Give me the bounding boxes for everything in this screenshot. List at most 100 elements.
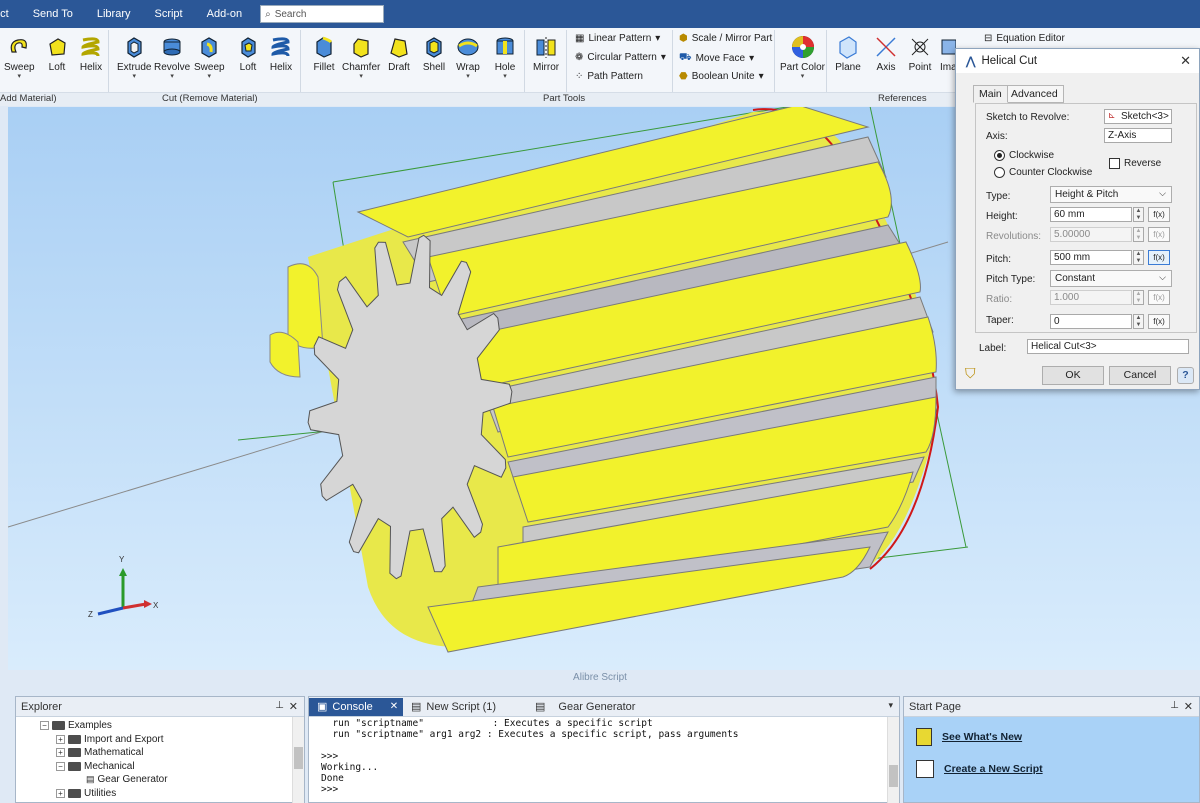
axis-field[interactable]: Z-Axis bbox=[1104, 128, 1172, 143]
path-pattern-label: Path Pattern bbox=[587, 71, 643, 82]
console-icon: ▣ bbox=[317, 701, 328, 713]
scale-icon: ⬢ bbox=[679, 33, 688, 44]
add-sweep-button[interactable]: Sweep ▾ bbox=[4, 32, 35, 80]
counter-clockwise-radio[interactable] bbox=[994, 167, 1005, 178]
cut-sweep-button[interactable]: Sweep ▾ bbox=[194, 32, 225, 80]
height-input[interactable]: 60 mm bbox=[1050, 207, 1132, 222]
taper-spinner[interactable]: ▲ ▼ bbox=[1133, 314, 1144, 329]
pitch-type-dropdown[interactable]: Constant bbox=[1050, 270, 1172, 287]
menu-item-add-on[interactable]: Add-on bbox=[195, 8, 254, 20]
revolutions-input[interactable]: 5.00000 bbox=[1050, 227, 1132, 242]
revolutions-fx-button[interactable]: f(x) bbox=[1148, 227, 1170, 242]
equation-editor-button[interactable]: ⊟ Equation Editor bbox=[984, 33, 1065, 44]
search-input[interactable]: ⌕ Search bbox=[260, 5, 385, 23]
part-color-button[interactable]: Part Color ▾ bbox=[780, 32, 825, 80]
draft-button[interactable]: Draft bbox=[386, 32, 412, 73]
see-whats-new-link[interactable]: See What's New bbox=[904, 721, 1199, 753]
height-spinner[interactable]: ▲ ▼ bbox=[1133, 207, 1144, 222]
pitch-input[interactable]: 500 mm bbox=[1050, 250, 1132, 265]
tab-console-label: Console bbox=[332, 700, 373, 713]
tree-item[interactable]: − Examples bbox=[16, 719, 304, 733]
move-face-button[interactable]: ⛟ Move Face ▾ bbox=[679, 52, 754, 65]
menu-item-library[interactable]: Library bbox=[85, 8, 143, 20]
axis-field-label: Axis: bbox=[986, 131, 1008, 142]
add-helix-button[interactable]: Helix bbox=[78, 32, 104, 73]
wrap-button[interactable]: Wrap ▾ bbox=[455, 32, 481, 80]
taper-input[interactable]: 0 bbox=[1050, 314, 1132, 329]
pin-icon[interactable]: ⊥ bbox=[1170, 700, 1179, 711]
shell-button[interactable]: Shell bbox=[421, 32, 447, 73]
expand-icon[interactable]: + bbox=[56, 734, 65, 744]
ok-button[interactable]: OK bbox=[1042, 366, 1104, 385]
cut-helix-button[interactable]: Helix bbox=[268, 32, 294, 73]
cut-extrude-button[interactable]: Extrude ▾ bbox=[117, 32, 151, 80]
menu-item-send-to[interactable]: Send To bbox=[21, 8, 85, 20]
equation-icon: ⊟ bbox=[984, 33, 993, 44]
ratio-fx-button[interactable]: f(x) bbox=[1148, 290, 1170, 305]
hole-button[interactable]: Hole ▾ bbox=[492, 32, 518, 80]
tree-item[interactable]: ▤ Gear Generator bbox=[16, 773, 304, 787]
type-dropdown[interactable]: Height & Pitch bbox=[1050, 186, 1172, 203]
cut-revolve-button[interactable]: Revolve ▾ bbox=[154, 32, 190, 80]
pin-dialog-icon[interactable]: ⛉ bbox=[965, 365, 976, 382]
cut-loft-button[interactable]: Loft bbox=[235, 32, 261, 73]
console-scrollbar[interactable] bbox=[887, 717, 899, 803]
tab-main[interactable]: Main bbox=[973, 85, 1008, 103]
fillet-icon bbox=[311, 32, 337, 62]
height-fx-button[interactable]: f(x) bbox=[1148, 207, 1170, 222]
tree-item[interactable]: + Import and Export bbox=[16, 733, 304, 747]
move-face-label: Move Face bbox=[695, 53, 746, 64]
tab-console[interactable]: ▣ Console ✕ bbox=[309, 697, 403, 716]
chamfer-button[interactable]: Chamfer ▾ bbox=[342, 32, 380, 80]
ratio-spinner[interactable]: ▲ ▼ bbox=[1133, 290, 1144, 305]
axis-button[interactable]: Axis bbox=[873, 32, 899, 73]
close-icon[interactable]: ✕ bbox=[1180, 53, 1191, 69]
cancel-button[interactable]: Cancel bbox=[1109, 366, 1171, 385]
menu-item-select[interactable]: ect bbox=[0, 8, 21, 20]
pitch-spinner[interactable]: ▲ ▼ bbox=[1133, 250, 1144, 265]
boolean-unite-label: Boolean Unite bbox=[691, 71, 755, 82]
fillet-button[interactable]: Fillet bbox=[311, 32, 337, 73]
axis-triad bbox=[97, 568, 152, 616]
close-icon[interactable]: ✕ bbox=[390, 701, 398, 712]
console-output[interactable]: run "scriptname" : Executes a specific s… bbox=[309, 717, 899, 796]
close-icon[interactable]: ✕ bbox=[289, 700, 298, 713]
add-loft-button[interactable]: Loft bbox=[44, 32, 70, 73]
tab-new-script[interactable]: ▤ New Script (1) bbox=[403, 698, 527, 716]
expand-icon[interactable]: + bbox=[56, 788, 65, 798]
collapse-icon[interactable]: − bbox=[40, 721, 49, 731]
taper-fx-button[interactable]: f(x) bbox=[1148, 314, 1170, 329]
ratio-input[interactable]: 1.000 bbox=[1050, 290, 1132, 305]
explorer-scrollbar[interactable] bbox=[292, 717, 304, 803]
circular-pattern-button[interactable]: ❁ Circular Pattern ▾ bbox=[575, 52, 666, 63]
tab-gear-generator[interactable]: ▤ Gear Generator bbox=[527, 698, 667, 716]
menu-item-script[interactable]: Script bbox=[142, 8, 194, 20]
scale-mirror-part-button[interactable]: ⬢ Scale / Mirror Part bbox=[679, 33, 772, 44]
pitch-fx-button[interactable]: f(x) bbox=[1148, 250, 1170, 265]
close-icon[interactable]: ✕ bbox=[1184, 700, 1193, 713]
pin-icon[interactable]: ⊥ bbox=[275, 700, 284, 711]
help-button[interactable]: ? bbox=[1177, 367, 1194, 384]
label-input[interactable]: Helical Cut<3> bbox=[1027, 339, 1189, 354]
create-new-script-label: Create a New Script bbox=[944, 763, 1043, 775]
plane-button[interactable]: Plane bbox=[835, 32, 861, 73]
point-button[interactable]: Point bbox=[907, 32, 933, 73]
create-new-script-link[interactable]: Create a New Script bbox=[904, 753, 1199, 785]
tab-advanced[interactable]: Advanced bbox=[1005, 85, 1064, 103]
path-pattern-button[interactable]: ⁘ Path Pattern bbox=[575, 71, 643, 82]
tree-item[interactable]: + Mathematical bbox=[16, 746, 304, 760]
tab-list-chevron-icon[interactable]: ▾ bbox=[888, 700, 893, 711]
taper-label: Taper: bbox=[986, 315, 1014, 326]
revolutions-spinner[interactable]: ▲ ▼ bbox=[1133, 227, 1144, 242]
expand-icon[interactable]: + bbox=[56, 748, 65, 758]
tree-item[interactable]: − Mechanical bbox=[16, 760, 304, 774]
boolean-unite-button[interactable]: ⬣ Boolean Unite ▾ bbox=[679, 71, 764, 82]
clockwise-radio[interactable] bbox=[994, 150, 1005, 161]
collapse-icon[interactable]: − bbox=[56, 761, 65, 771]
tree-item[interactable]: + Utilities bbox=[16, 787, 304, 801]
mirror-button[interactable]: Mirror bbox=[533, 32, 559, 73]
reverse-checkbox[interactable] bbox=[1109, 158, 1120, 169]
pitch-label: Pitch: bbox=[986, 254, 1012, 265]
linear-pattern-button[interactable]: ▦ Linear Pattern ▾ bbox=[575, 33, 660, 44]
color-wheel-icon bbox=[790, 32, 816, 62]
